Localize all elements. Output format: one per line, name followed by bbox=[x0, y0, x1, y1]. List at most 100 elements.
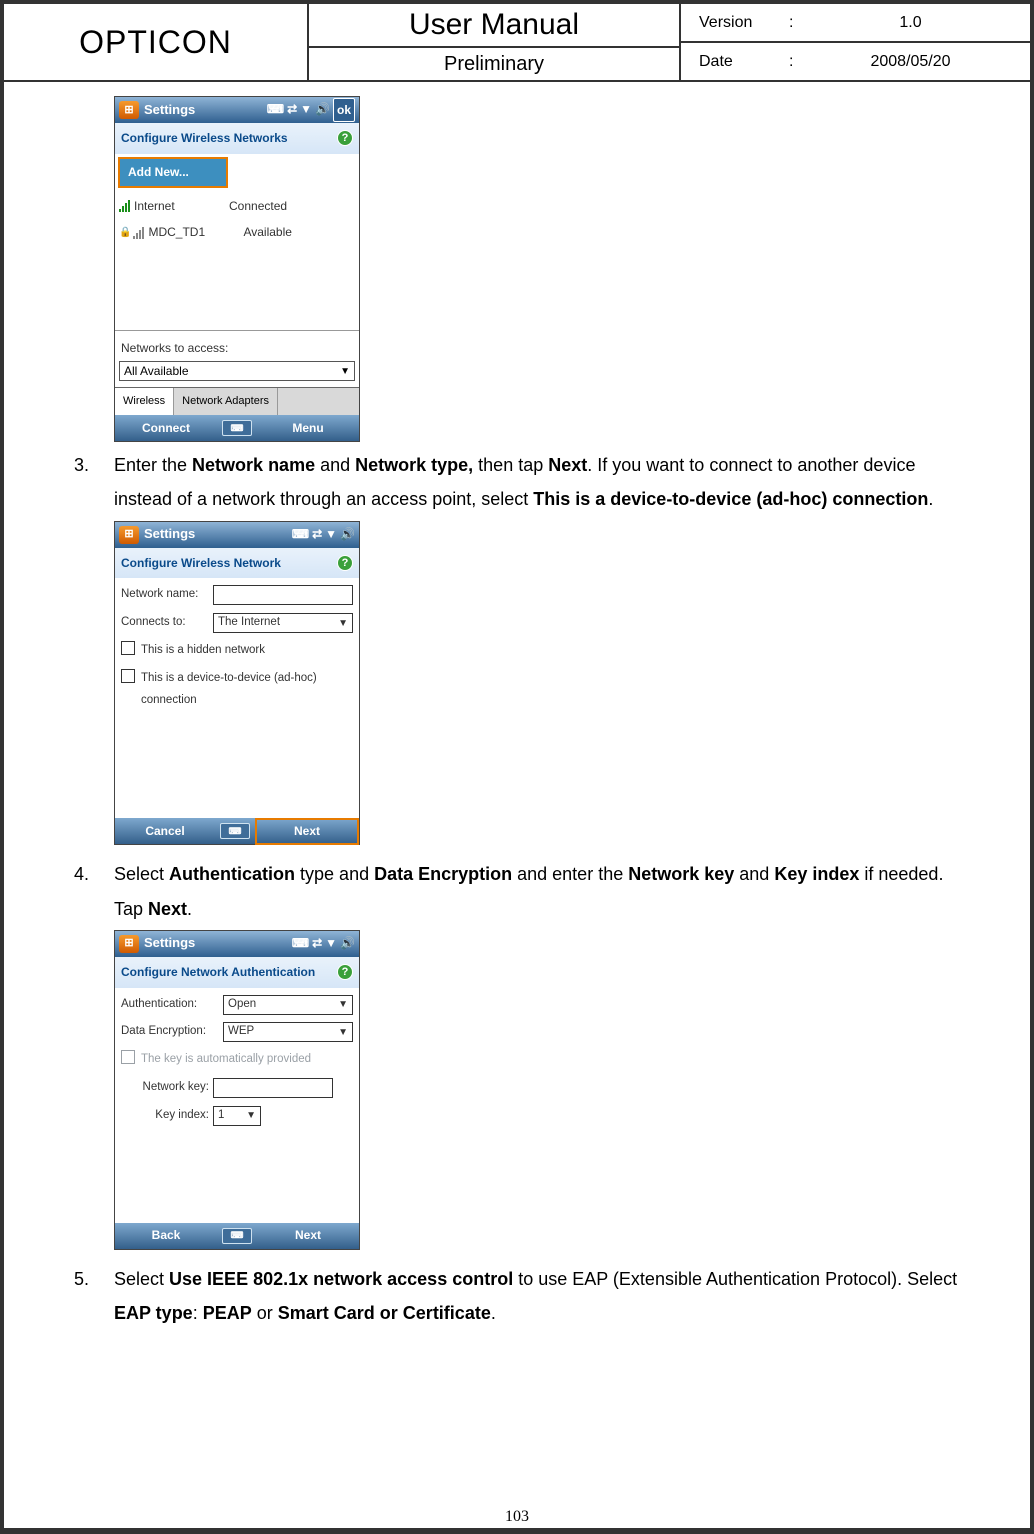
help-icon[interactable]: ? bbox=[337, 964, 353, 980]
dropdown-value: WEP bbox=[228, 1021, 254, 1043]
connection-icon[interactable]: ⇄ bbox=[287, 98, 297, 123]
start-icon[interactable]: ⊞ bbox=[119, 935, 139, 953]
volume-icon[interactable]: 🔊 bbox=[315, 98, 330, 123]
wifi-icon[interactable]: ▼ bbox=[325, 932, 337, 955]
connects-to-dropdown[interactable]: The Internet ▼ bbox=[213, 613, 353, 633]
wm-titlebar: ⊞ Settings ⌨ ⇄ ▼ 🔊 bbox=[115, 931, 359, 957]
keyboard-icon[interactable]: ⌨ bbox=[292, 932, 309, 955]
chevron-down-icon: ▼ bbox=[338, 995, 348, 1014]
text: Enter the bbox=[114, 455, 192, 475]
phone-screenshot-2: ⊞ Settings ⌨ ⇄ ▼ 🔊 Configure Wireless Ne… bbox=[114, 521, 360, 846]
bold: Authentication bbox=[169, 864, 295, 884]
softkey-right[interactable]: Next bbox=[255, 818, 359, 845]
checkbox-icon bbox=[121, 1050, 135, 1064]
doc-header: OPTICON User Manual Preliminary Version … bbox=[4, 4, 1030, 82]
network-status: Available bbox=[243, 221, 291, 244]
network-name-input[interactable] bbox=[213, 585, 353, 605]
dropdown-value: The Internet bbox=[218, 612, 280, 634]
keyboard-icon: ⌨ bbox=[222, 420, 252, 436]
dropdown-value: Open bbox=[228, 994, 256, 1016]
network-row[interactable]: 🔒 MDC_TD1 Available bbox=[119, 219, 355, 246]
text: . bbox=[491, 1303, 496, 1323]
softkey-left[interactable]: Back bbox=[115, 1224, 217, 1247]
sip-toggle[interactable]: ⌨ bbox=[215, 823, 255, 839]
bold: Data Encryption bbox=[374, 864, 512, 884]
signal-icon bbox=[119, 200, 130, 212]
access-value: All Available bbox=[124, 360, 189, 383]
softkey-bar: Cancel ⌨ Next bbox=[115, 818, 359, 844]
hidden-network-checkbox[interactable]: This is a hidden network bbox=[121, 640, 353, 662]
ok-button[interactable]: ok bbox=[333, 98, 355, 123]
network-row[interactable]: Internet Connected bbox=[119, 193, 355, 220]
text: . bbox=[187, 899, 192, 919]
step-4: 4. Select Authentication type and Data E… bbox=[64, 857, 970, 1255]
text: to use EAP (Extensible Authentication Pr… bbox=[513, 1269, 957, 1289]
step-number: 5. bbox=[64, 1262, 114, 1330]
start-icon[interactable]: ⊞ bbox=[119, 101, 139, 119]
step-text: Select Authentication type and Data Encr… bbox=[114, 857, 970, 1255]
key-index-dropdown[interactable]: 1 ▼ bbox=[213, 1106, 261, 1126]
network-key-input[interactable] bbox=[213, 1078, 333, 1098]
bold: Key index bbox=[774, 864, 859, 884]
section-title: Configure Network Authentication bbox=[121, 961, 315, 984]
keyboard-icon: ⌨ bbox=[222, 1228, 252, 1244]
keyboard-icon[interactable]: ⌨ bbox=[292, 523, 309, 546]
chevron-down-icon: ▼ bbox=[340, 362, 350, 381]
checkbox-icon bbox=[121, 669, 135, 683]
softkey-left[interactable]: Connect bbox=[115, 417, 217, 440]
help-icon[interactable]: ? bbox=[337, 555, 353, 571]
field-label: Network key: bbox=[121, 1077, 213, 1099]
doc-title: User Manual bbox=[309, 4, 679, 48]
wifi-icon[interactable]: ▼ bbox=[300, 98, 312, 123]
wm-titlebar: ⊞ Settings ⌨ ⇄ ▼ 🔊 bbox=[115, 522, 359, 548]
encryption-dropdown[interactable]: WEP ▼ bbox=[223, 1022, 353, 1042]
softkey-left[interactable]: Cancel bbox=[115, 820, 215, 843]
volume-icon[interactable]: 🔊 bbox=[340, 523, 355, 546]
network-key-row: Network key: bbox=[121, 1077, 353, 1099]
autokey-checkbox: The key is automatically provided bbox=[121, 1049, 353, 1071]
text: then tap bbox=[473, 455, 548, 475]
page-rule bbox=[4, 1528, 1030, 1530]
form-body: Authentication: Open ▼ Data Encryption: … bbox=[115, 988, 359, 1223]
bold: Use IEEE 802.1x network access control bbox=[169, 1269, 513, 1289]
help-icon[interactable]: ? bbox=[337, 130, 353, 146]
volume-icon[interactable]: 🔊 bbox=[340, 932, 355, 955]
sip-toggle[interactable]: ⌨ bbox=[217, 420, 257, 436]
text: Select bbox=[114, 864, 169, 884]
phone-screenshot-1: ⊞ Settings ⌨ ⇄ ▼ 🔊 ok Configure Wireless… bbox=[114, 96, 360, 442]
chevron-down-icon: ▼ bbox=[338, 1023, 348, 1042]
tab-adapters[interactable]: Network Adapters bbox=[174, 388, 278, 415]
add-new-button[interactable]: Add New... bbox=[118, 157, 228, 188]
adhoc-checkbox[interactable]: This is a device-to-device (ad-hoc) conn… bbox=[121, 668, 353, 712]
step-text: Select Use IEEE 802.1x network access co… bbox=[114, 1262, 970, 1330]
tab-wireless[interactable]: Wireless bbox=[115, 388, 174, 415]
date-label: Date bbox=[699, 53, 789, 71]
section-title: Configure Wireless Networks bbox=[121, 127, 288, 150]
encryption-row: Data Encryption: WEP ▼ bbox=[121, 1021, 353, 1043]
title-block: User Manual Preliminary bbox=[309, 4, 681, 80]
colon: : bbox=[789, 14, 809, 32]
connection-icon[interactable]: ⇄ bbox=[312, 932, 322, 955]
field-label: Data Encryption: bbox=[121, 1021, 223, 1043]
wifi-icon[interactable]: ▼ bbox=[325, 523, 337, 546]
softkey-bar: Back ⌨ Next bbox=[115, 1223, 359, 1249]
sip-toggle[interactable]: ⌨ bbox=[217, 1228, 257, 1244]
checkbox-icon bbox=[121, 641, 135, 655]
connection-icon[interactable]: ⇄ bbox=[312, 523, 322, 546]
lock-icon: 🔒 bbox=[119, 223, 131, 242]
network-name-row: Network name: bbox=[121, 584, 353, 606]
auth-dropdown[interactable]: Open ▼ bbox=[223, 995, 353, 1015]
version-row: Version : 1.0 bbox=[681, 4, 1030, 43]
wm-titlebar: ⊞ Settings ⌨ ⇄ ▼ 🔊 ok bbox=[115, 97, 359, 123]
date-value: 2008/05/20 bbox=[809, 53, 1012, 71]
system-tray: ⌨ ⇄ ▼ 🔊 ok bbox=[267, 98, 355, 123]
section-header: Configure Wireless Networks ? bbox=[115, 123, 359, 154]
chevron-down-icon: ▼ bbox=[338, 614, 348, 633]
access-dropdown[interactable]: All Available ▼ bbox=[119, 361, 355, 381]
keyboard-icon[interactable]: ⌨ bbox=[267, 98, 284, 123]
bold: Network key bbox=[628, 864, 734, 884]
start-icon[interactable]: ⊞ bbox=[119, 526, 139, 544]
section-title: Configure Wireless Network bbox=[121, 552, 281, 575]
softkey-right[interactable]: Menu bbox=[257, 417, 359, 440]
softkey-right[interactable]: Next bbox=[257, 1224, 359, 1247]
